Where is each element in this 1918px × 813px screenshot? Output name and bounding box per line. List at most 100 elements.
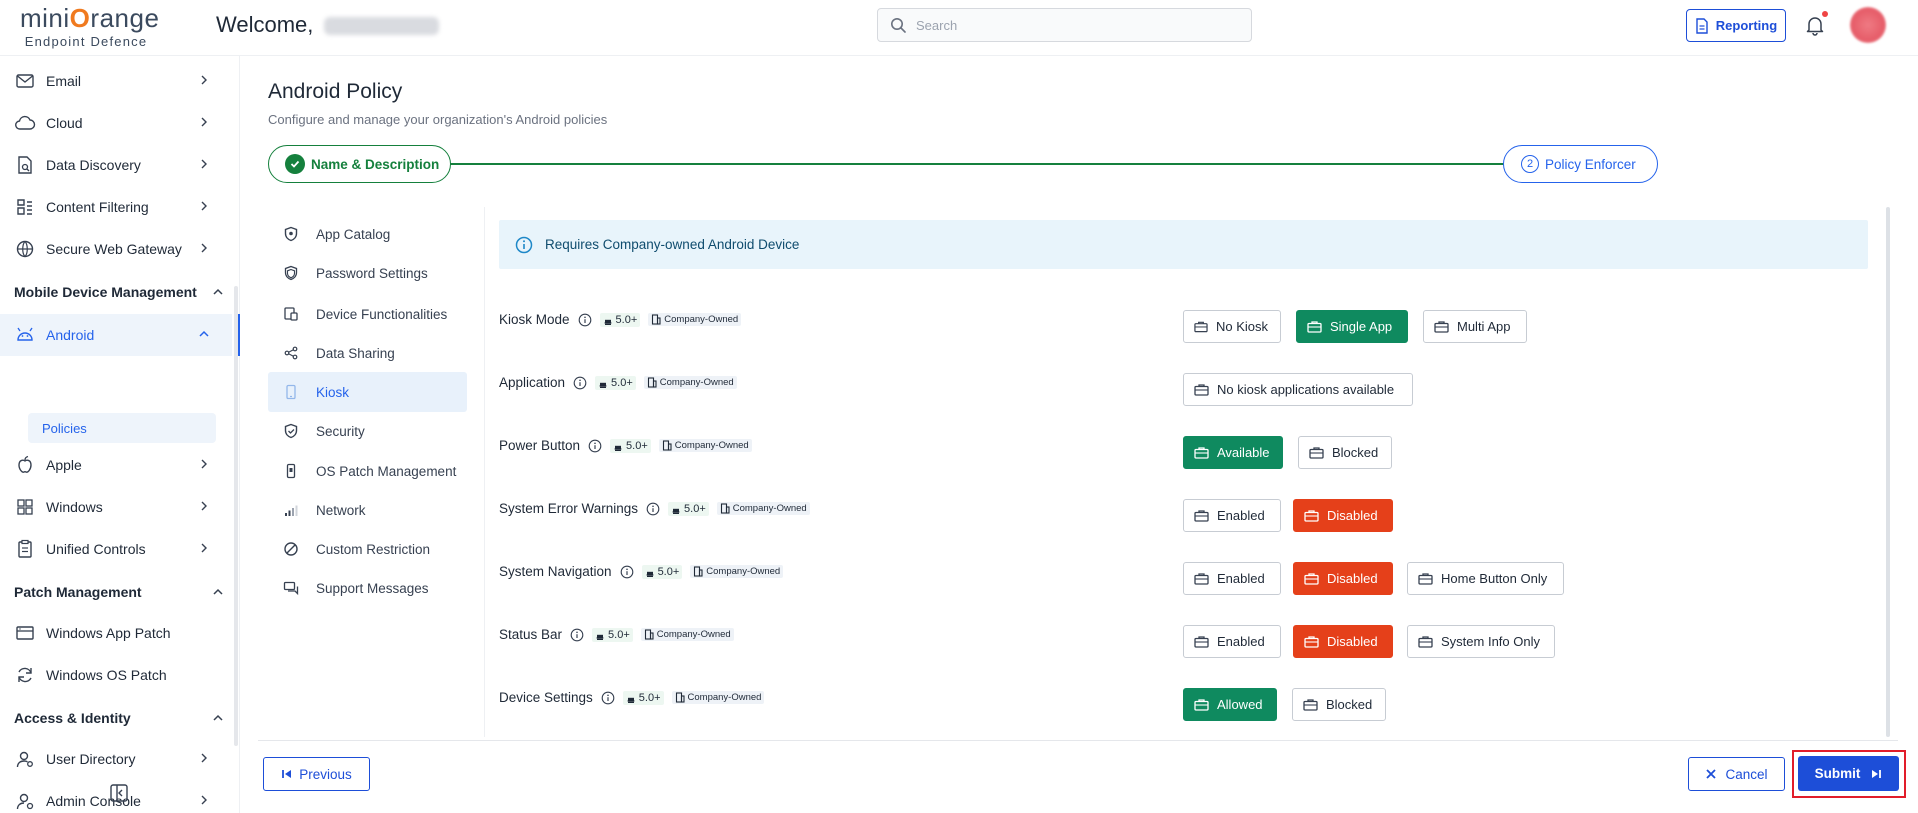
cloud-icon [14, 112, 36, 134]
option-label: Disabled [1327, 508, 1378, 523]
company-owned-badge: Company-Owned [690, 565, 784, 578]
sidebar-item-data-discovery[interactable]: Data Discovery [0, 144, 232, 186]
reporting-button[interactable]: Reporting [1686, 9, 1786, 42]
subnav-item-os-patch-management[interactable]: OS Patch Management [268, 451, 467, 491]
sidebar-collapse-icon[interactable] [108, 782, 130, 804]
cancel-button[interactable]: Cancel [1688, 757, 1785, 791]
previous-button[interactable]: Previous [263, 757, 370, 791]
subnav-label: Kiosk [316, 384, 350, 400]
building-icon [652, 314, 661, 325]
option-system-navigation-disabled[interactable]: Disabled [1293, 562, 1393, 595]
sidebar-item-apple[interactable]: Apple [0, 444, 232, 486]
option-kiosk-mode-no-kiosk[interactable]: No Kiosk [1183, 310, 1281, 343]
restriction-icon [282, 540, 300, 558]
sidebar-item-email[interactable]: Email [0, 60, 232, 102]
clipboard-icon [14, 538, 36, 560]
content-scrollbar[interactable] [1886, 207, 1890, 737]
subnav-item-network[interactable]: Network [268, 490, 467, 530]
option-device-settings-allowed[interactable]: Allowed [1183, 688, 1277, 721]
option-power-button-blocked[interactable]: Blocked [1298, 436, 1392, 469]
info-icon[interactable] [588, 439, 602, 453]
subnav-item-data-sharing[interactable]: Data Sharing [268, 333, 467, 373]
option-application-no-kiosk-applications-available[interactable]: No kiosk applications available [1183, 373, 1413, 406]
option-kiosk-mode-single-app[interactable]: Single App [1296, 310, 1408, 343]
sidebar-item-content-filtering[interactable]: Content Filtering [0, 186, 232, 228]
briefcase-icon [1304, 636, 1319, 648]
subnav-item-device-functionalities[interactable]: Device Functionalities [268, 294, 467, 334]
briefcase-icon [1434, 321, 1449, 333]
sidebar-section-mdm[interactable]: Mobile Device Management [14, 274, 232, 310]
subnav-item-kiosk[interactable]: Kiosk [268, 372, 467, 412]
chevron-right-icon [201, 459, 207, 469]
briefcase-icon [1304, 573, 1319, 585]
step-name-description[interactable]: Name & Description [268, 145, 451, 183]
chevron-right-icon [201, 159, 207, 169]
version-badge: 5.0+ [599, 312, 641, 327]
sidebar-item-windows-os-patch[interactable]: Windows OS Patch [0, 654, 232, 696]
sidebar-section-patch-management[interactable]: Patch Management [14, 574, 232, 610]
option-system-error-warnings-enabled[interactable]: Enabled [1183, 499, 1281, 532]
android-icon [672, 508, 680, 514]
version-badge: 5.0+ [595, 375, 636, 390]
chevron-right-icon [201, 543, 207, 553]
search-box[interactable] [877, 8, 1252, 42]
company-owned-badge: Company-Owned [643, 376, 737, 389]
sidebar-item-cloud[interactable]: Cloud [0, 102, 232, 144]
subnav-item-security[interactable]: Security [268, 411, 467, 451]
option-power-button-available[interactable]: Available [1183, 436, 1283, 469]
sidebar-item-unified-controls[interactable]: Unified Controls [0, 528, 232, 570]
subnav-item-app-catalog[interactable]: App Catalog [268, 214, 467, 254]
setting-power-button: Power Button 5.0+ Company-Owned [499, 438, 752, 453]
data-discovery-icon [14, 154, 36, 176]
welcome-text: Welcome, [216, 12, 439, 38]
option-kiosk-mode-multi-app[interactable]: Multi App [1423, 310, 1527, 343]
sidebar-scrollbar[interactable] [234, 286, 238, 746]
submit-button[interactable]: Submit [1798, 756, 1899, 791]
sidebar-item-user-directory[interactable]: User Directory [0, 738, 232, 780]
option-label: Enabled [1217, 571, 1265, 586]
windows-icon [14, 496, 36, 518]
option-status-bar-disabled[interactable]: Disabled [1293, 625, 1393, 658]
android-icon [646, 571, 654, 577]
info-icon[interactable] [620, 565, 634, 579]
subnav-item-custom-restriction[interactable]: Custom Restriction [268, 529, 467, 569]
miniorange-logo[interactable]: miniOrange Endpoint Defence [20, 4, 160, 50]
search-icon [891, 18, 906, 33]
briefcase-icon [1194, 321, 1208, 333]
option-system-error-warnings-disabled[interactable]: Disabled [1293, 499, 1393, 532]
avatar[interactable] [1850, 7, 1886, 43]
subnav-label: Custom Restriction [316, 541, 431, 557]
page-title: Android Policy [268, 80, 403, 103]
sidebar: Email Cloud Data Discovery Content Filte… [0, 56, 240, 813]
briefcase-icon [1194, 447, 1209, 459]
sidebar-item-policies[interactable]: Policies [28, 413, 216, 443]
subnav-item-support-messages[interactable]: Support Messages [268, 568, 467, 608]
sidebar-item-windows[interactable]: Windows [0, 486, 232, 528]
step-policy-enforcer[interactable]: 2 Policy Enforcer [1503, 145, 1658, 183]
info-icon[interactable] [646, 502, 660, 516]
version-badge: 5.0+ [641, 564, 683, 579]
sidebar-item-windows-app-patch[interactable]: Windows App Patch [0, 612, 232, 654]
option-status-bar-enabled[interactable]: Enabled [1183, 625, 1281, 658]
info-icon[interactable] [573, 376, 587, 390]
info-icon[interactable] [601, 691, 615, 705]
sidebar-item-android[interactable]: Android [0, 314, 240, 356]
option-system-navigation-enabled[interactable]: Enabled [1183, 562, 1281, 595]
setting-label: Device Settings [499, 690, 593, 705]
subnav-label: Security [316, 423, 365, 439]
sidebar-section-access-identity[interactable]: Access & Identity [14, 700, 232, 736]
option-status-bar-system-info-only[interactable]: System Info Only [1407, 625, 1555, 658]
option-device-settings-blocked[interactable]: Blocked [1292, 688, 1386, 721]
sidebar-item-secure-web-gateway[interactable]: Secure Web Gateway [0, 228, 232, 270]
setting-system-navigation: System Navigation 5.0+ Company-Owned [499, 564, 784, 579]
notification-bell-icon[interactable] [1804, 14, 1826, 36]
chevron-right-icon [201, 795, 207, 805]
info-icon[interactable] [578, 313, 592, 327]
user-icon [14, 748, 36, 770]
refresh-icon [14, 664, 36, 686]
subnav-item-password-settings[interactable]: Password Settings [268, 253, 467, 293]
option-system-navigation-home-button-only[interactable]: Home Button Only [1407, 562, 1564, 595]
android-icon [627, 697, 635, 703]
info-icon[interactable] [570, 628, 584, 642]
search-input[interactable] [916, 17, 1216, 33]
